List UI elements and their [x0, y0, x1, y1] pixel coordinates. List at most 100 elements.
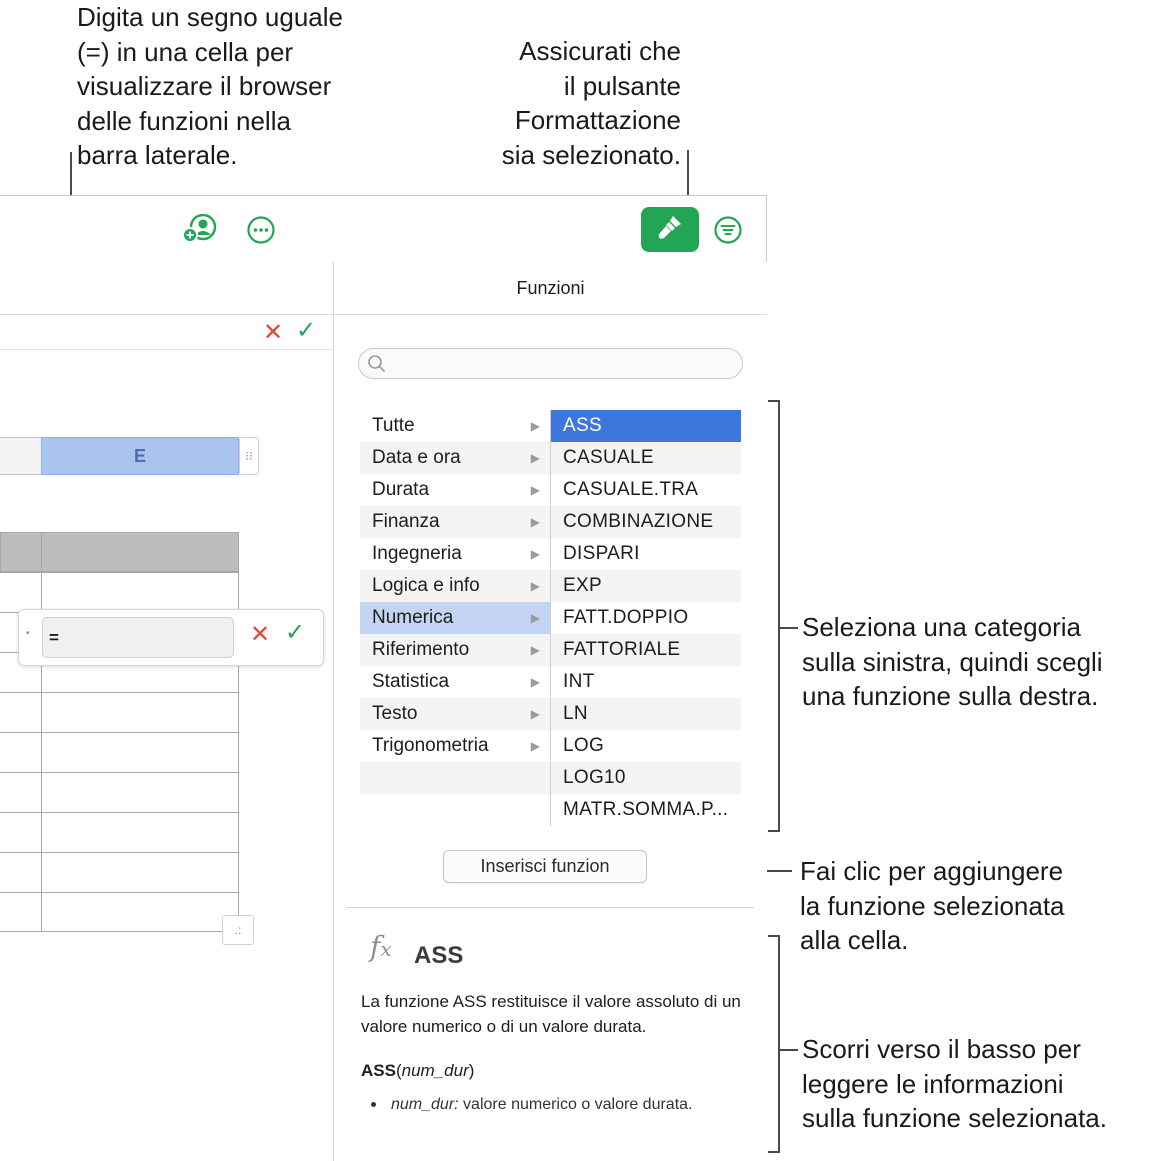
more-icon[interactable] [246, 215, 276, 245]
chevron-right-icon: ▶ [530, 611, 540, 625]
editor-drag-dot[interactable]: • [26, 628, 30, 639]
category-label: Numerica [372, 607, 454, 628]
formula-editor: • = ✕ ✓ [18, 609, 324, 666]
bullet [371, 1102, 376, 1107]
grid-line [0, 852, 239, 853]
formula-row: ✕ ✓ [0, 314, 333, 350]
category-item[interactable]: Statistica ▶ [360, 666, 550, 698]
function-item[interactable]: MATR.SOMMA.P... [551, 794, 741, 826]
chevron-right-icon: ▶ [530, 419, 540, 433]
chevron-right-icon: ▶ [530, 739, 540, 753]
grid-line [0, 692, 239, 693]
category-label: Data e ora [372, 447, 461, 468]
column-header-d[interactable] [0, 437, 42, 475]
category-item[interactable]: Riferimento ▶ [360, 634, 550, 666]
chevron-right-icon: ▶ [530, 579, 540, 593]
bracket [778, 1049, 798, 1051]
bracket [768, 1151, 780, 1153]
insert-function-button[interactable]: Inserisci funzion [443, 850, 647, 883]
table-grid [0, 532, 239, 932]
category-label: Logica e info [372, 575, 480, 596]
function-item[interactable]: CASUALE.TRA [551, 474, 741, 506]
category-item[interactable]: Logica e info ▶ [360, 570, 550, 602]
function-item[interactable]: EXP [551, 570, 741, 602]
callout-format-button: Assicurati che il pulsante Formattazione… [501, 36, 681, 170]
function-item[interactable]: COMBINAZIONE [551, 506, 741, 538]
column-resize-handle[interactable]: ⁝⁝ [239, 437, 259, 475]
column-header-e[interactable]: E [41, 437, 239, 475]
function-syntax: ASS(num_dur) [361, 1061, 474, 1081]
category-item[interactable]: Trigonometria ▶ [360, 730, 550, 762]
category-label: Riferimento [372, 639, 470, 660]
formula-input[interactable]: = [42, 617, 234, 658]
add-collaborator-icon[interactable] [182, 214, 218, 244]
bracket [778, 627, 798, 629]
function-item[interactable]: LOG10 [551, 762, 741, 794]
bracket [778, 400, 780, 832]
search-icon [367, 354, 387, 379]
function-item[interactable]: CASUALE [551, 442, 741, 474]
toolbar [0, 196, 766, 263]
param-text: valore numerico o valore durata. [458, 1096, 693, 1113]
category-label: Ingegneria [372, 543, 462, 564]
grid-line [0, 812, 239, 813]
chevron-right-icon: ▶ [530, 707, 540, 721]
function-description: La funzione ASS restituisce il valore as… [361, 992, 741, 1036]
syntax-close: ) [468, 1061, 475, 1080]
category-item-selected[interactable]: Numerica ▶ [360, 602, 550, 634]
chevron-right-icon: ▶ [530, 515, 540, 529]
grid-line [0, 892, 239, 893]
grid-line [0, 732, 239, 733]
function-item-selected[interactable]: ASS [551, 410, 741, 442]
confirm-icon[interactable]: ✓ [296, 316, 316, 345]
bracket [778, 935, 780, 1153]
category-empty-row [360, 794, 550, 826]
param-name: num_dur: [391, 1096, 459, 1113]
cancel-icon[interactable]: ✕ [250, 620, 270, 649]
app-window: ✕ ✓ E ⁝⁝ .: • = ✕ ✓ Funzioni Tutte ▶ Dat… [0, 195, 767, 1161]
function-item[interactable]: INT [551, 666, 741, 698]
callout-scroll-info: Scorri verso il basso per leggere le inf… [802, 1034, 1107, 1133]
divider [346, 907, 754, 908]
format-brush-icon [654, 211, 686, 248]
category-item[interactable]: Testo ▶ [360, 698, 550, 730]
function-name: ASS [414, 942, 464, 969]
category-item[interactable]: Tutte ▶ [360, 410, 550, 442]
function-item[interactable]: FATT.DOPPIO [551, 602, 741, 634]
functions-sidebar: Funzioni Tutte ▶ Data e ora ▶ Durata ▶ Fina… [333, 262, 767, 1161]
category-empty-row [360, 762, 550, 794]
confirm-icon[interactable]: ✓ [285, 618, 305, 647]
category-label: Durata [372, 479, 430, 500]
function-item[interactable]: FATTORIALE [551, 634, 741, 666]
format-button[interactable] [641, 207, 699, 252]
category-item[interactable]: Durata ▶ [360, 474, 550, 506]
table-resize-handle[interactable]: .: [222, 915, 254, 945]
bracket [768, 830, 780, 832]
function-fx-icon: fx [370, 930, 392, 963]
callout-select-category: Seleziona una categoria sulla sinistra, … [802, 612, 1103, 711]
function-item[interactable]: LOG [551, 730, 741, 762]
category-item[interactable]: Ingegneria ▶ [360, 538, 550, 570]
category-label: Tutte [372, 415, 415, 436]
category-item[interactable]: Finanza ▶ [360, 506, 550, 538]
chevron-right-icon: ▶ [530, 547, 540, 561]
grid-line [0, 772, 239, 773]
category-item[interactable]: Data e ora ▶ [360, 442, 550, 474]
organize-icon[interactable] [713, 215, 743, 245]
sidebar-title: Funzioni [334, 262, 767, 315]
function-list: ASS CASUALE CASUALE.TRA COMBINAZIONE DIS… [550, 410, 741, 826]
spreadsheet-area: ✕ ✓ E ⁝⁝ .: • = ✕ ✓ [0, 262, 333, 1161]
table-header-row [0, 532, 239, 572]
chevron-right-icon: ▶ [530, 643, 540, 657]
syntax-arg: num_dur [401, 1061, 469, 1080]
category-label: Finanza [372, 511, 440, 532]
grid-line [0, 572, 239, 573]
cancel-icon[interactable]: ✕ [263, 318, 283, 347]
function-parameter: num_dur: valore numerico o valore durata… [391, 1092, 721, 1117]
chevron-right-icon: ▶ [530, 675, 540, 689]
function-item[interactable]: LN [551, 698, 741, 730]
search-input[interactable] [358, 348, 743, 379]
chevron-right-icon: ▶ [530, 483, 540, 497]
chevron-right-icon: ▶ [530, 451, 540, 465]
function-item[interactable]: DISPARI [551, 538, 741, 570]
